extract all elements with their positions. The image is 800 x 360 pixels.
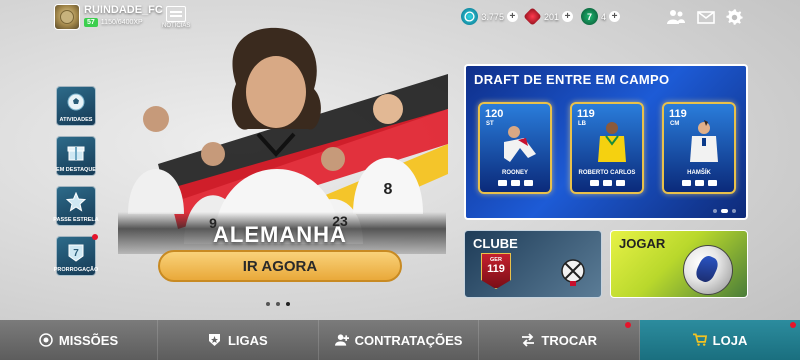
side-item-label: PASSE ESTRELA <box>53 217 99 223</box>
draft-pager <box>713 209 736 213</box>
add-gems-button[interactable]: + <box>561 11 573 22</box>
tab-label: LIGAS <box>227 332 268 348</box>
tokens-value: 4 <box>600 11 606 22</box>
tab-leagues[interactable]: LIGAS <box>158 320 319 360</box>
tab-missions[interactable]: MISSÕES <box>0 320 158 360</box>
coin-icon <box>461 8 479 25</box>
card-flags <box>678 180 720 187</box>
play-title: JOGAR <box>619 236 666 251</box>
tab-label: LOJA <box>712 332 748 348</box>
avatar[interactable] <box>54 4 80 30</box>
card-player-name: ROBERTO CARLOS <box>578 170 636 176</box>
bottom-nav: MISSÕES LIGAS CONTRATAÇÕES TROCAR LOJA <box>0 320 800 360</box>
tab-label: MISSÕES <box>58 332 119 348</box>
swap-icon <box>521 333 535 347</box>
hero-players-art: 9 23 8 <box>128 27 448 244</box>
tab-shop[interactable]: LOJA <box>640 320 800 360</box>
draft-title: DRAFT DE ENTRE EM CAMPO <box>474 72 670 87</box>
side-item-label: PRORROGAÇÃO <box>53 267 99 273</box>
token-icon: 7 <box>580 8 598 25</box>
gear-icon[interactable] <box>724 8 744 26</box>
gem-icon <box>523 7 542 26</box>
side-item-star-pass[interactable]: PASSE ESTRELA <box>53 186 99 226</box>
side-item-featured[interactable]: EM DESTAQUE <box>56 136 96 176</box>
side-menu: ATIVIDADES EM DESTAQUE PASSE ESTRELA 7 P… <box>53 86 99 276</box>
seven-badge-icon: 7 <box>68 244 84 262</box>
card-player-name: HAMŠÍK <box>687 170 711 176</box>
gift-icon <box>67 146 85 161</box>
target-icon <box>39 333 53 347</box>
friends-icon[interactable] <box>666 8 686 26</box>
club-title: CLUBE <box>473 236 518 251</box>
side-item-activities[interactable]: ATIVIDADES <box>56 86 96 126</box>
pager-dot-active[interactable] <box>286 302 290 306</box>
go-now-button[interactable]: IR AGORA <box>158 250 402 282</box>
team-rating-badge: GER 119 <box>481 253 511 289</box>
signing-icon <box>334 333 349 347</box>
tab-label: TROCAR <box>541 332 597 348</box>
pager-dot-active[interactable] <box>721 209 728 213</box>
coins-counter[interactable]: 3.775 + <box>461 8 518 25</box>
card-position: CM <box>670 121 680 127</box>
card-flags <box>586 180 628 187</box>
add-coins-button[interactable]: + <box>506 11 518 22</box>
pager-dot[interactable] <box>266 302 270 306</box>
football-art <box>683 245 733 295</box>
shield-icon <box>208 333 222 347</box>
tokens-counter[interactable]: 7 4 + <box>580 8 620 25</box>
player-figure <box>690 120 718 162</box>
card-player-name: ROONEY <box>501 170 528 176</box>
side-item-label: ATIVIDADES <box>59 117 93 123</box>
card-flags <box>494 180 536 187</box>
add-tokens-button[interactable]: + <box>609 11 620 22</box>
ball-icon <box>67 93 85 111</box>
tab-label: CONTRATAÇÕES <box>354 332 463 348</box>
cart-icon <box>692 333 707 347</box>
team-rating-value: 119 <box>487 263 505 275</box>
hero-title: ALEMANHA <box>213 222 347 247</box>
card-position: ST <box>486 121 494 127</box>
side-item-label: EM DESTAQUE <box>56 167 96 173</box>
svg-text:7: 7 <box>73 248 79 259</box>
tab-trade[interactable]: TROCAR <box>479 320 641 360</box>
player-figure <box>598 122 626 162</box>
hero-pager <box>266 302 290 306</box>
mail-icon[interactable] <box>696 8 716 26</box>
player-card[interactable]: 119 LB ROBERTO CARLOS <box>570 102 644 194</box>
tab-signings[interactable]: CONTRATAÇÕES <box>319 320 480 360</box>
coins-value: 3.775 <box>481 11 504 22</box>
gems-value: 201 <box>543 11 559 22</box>
player-number: 8 <box>384 181 393 198</box>
notification-dot <box>790 322 797 328</box>
player-card[interactable]: 119 CM HAMŠÍK <box>662 102 736 194</box>
club-crest-icon <box>561 259 585 286</box>
notification-dot <box>92 234 98 240</box>
club-tile[interactable]: CLUBE GER 119 <box>464 230 602 298</box>
draft-panel[interactable]: DRAFT DE ENTRE EM CAMPO 120 ST ROONEY 11… <box>464 64 748 220</box>
pager-dot[interactable] <box>276 302 280 306</box>
level-badge: 57 <box>84 18 98 27</box>
play-tile[interactable]: JOGAR <box>610 230 748 298</box>
pager-dot[interactable] <box>713 209 717 213</box>
side-item-overtime[interactable]: 7 PRORROGAÇÃO <box>53 234 99 276</box>
currency-bar: 3.775 + 201 + 7 4 + <box>461 7 620 26</box>
card-position: LB <box>578 121 586 127</box>
notification-dot <box>625 322 632 328</box>
gems-counter[interactable]: 201 + <box>523 7 573 26</box>
player-card[interactable]: 120 ST ROONEY <box>478 102 552 194</box>
pager-dot[interactable] <box>732 209 736 213</box>
player-figure <box>504 126 536 162</box>
star-icon <box>66 192 86 212</box>
draft-cards: 120 ST ROONEY 119 LB ROBERTO CARLOS 119 … <box>478 102 736 194</box>
